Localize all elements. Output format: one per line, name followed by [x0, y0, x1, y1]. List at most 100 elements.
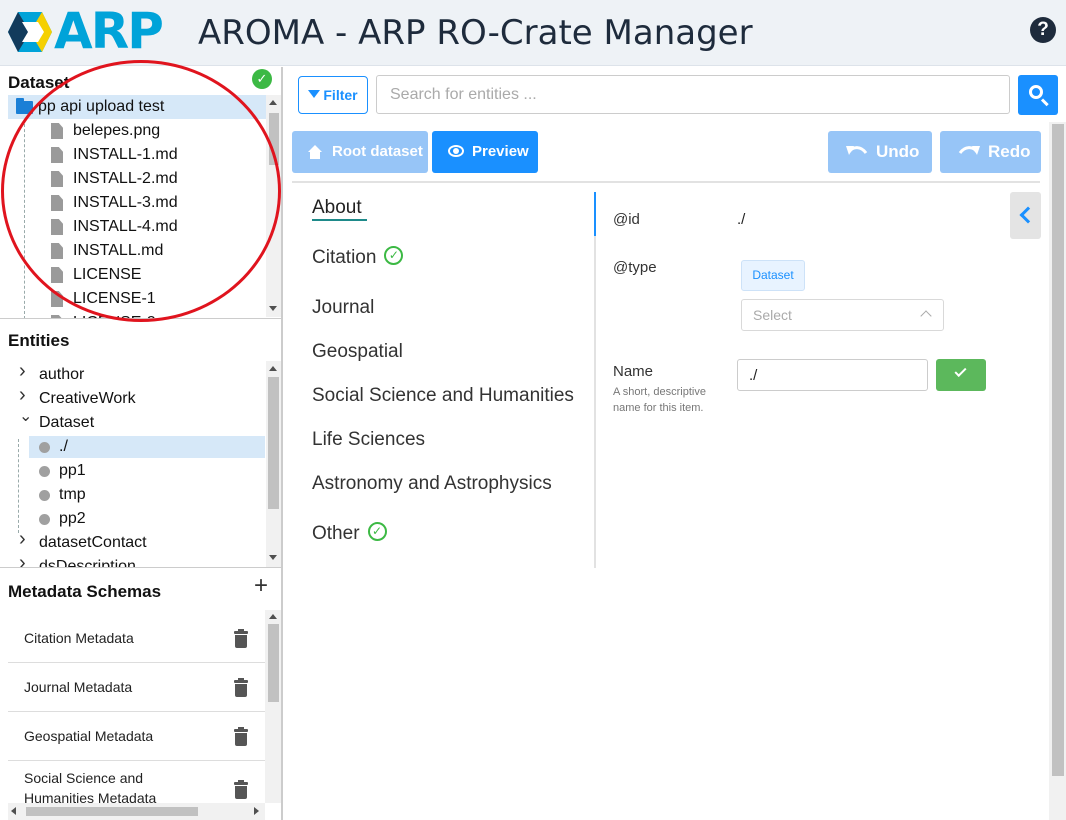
entity-type[interactable]: › author	[8, 361, 266, 385]
dataset-root-row[interactable]: pp api upload test	[8, 95, 266, 119]
filter-icon	[308, 90, 321, 99]
section-tab-astronomy-and-astrophysics[interactable]: Astronomy and Astrophysics	[312, 472, 552, 496]
entities-scroll-thumb[interactable]	[268, 377, 279, 509]
entity-label: Dataset	[39, 414, 95, 431]
file-row[interactable]: INSTALL-4.md	[8, 215, 266, 239]
file-label: belepes.png	[73, 122, 161, 139]
root-dataset-button[interactable]: Root dataset	[292, 131, 428, 173]
undo-label: Undo	[876, 142, 920, 161]
trash-icon[interactable]	[234, 780, 248, 799]
entity-item[interactable]: tmp	[8, 481, 266, 505]
entity-type[interactable]: ⌄ Dataset	[8, 409, 266, 433]
schema-item[interactable]: Citation Metadata	[8, 614, 265, 663]
entity-label: ./	[59, 438, 68, 455]
file-row[interactable]: INSTALL-2.md	[8, 167, 266, 191]
trash-icon[interactable]	[234, 678, 248, 697]
search-input[interactable]	[376, 75, 1010, 114]
schema-label: Geospatial Metadata	[24, 728, 154, 744]
file-icon	[51, 123, 63, 139]
file-row[interactable]: INSTALL-3.md	[8, 191, 266, 215]
check-circle-icon: ✓	[384, 246, 404, 266]
app-window: ARP AROMA - ARP RO-Crate Manager ? Datas…	[0, 0, 1066, 820]
help-icon[interactable]: ?	[1030, 17, 1056, 43]
entities-title: Entities	[8, 331, 70, 350]
file-label: INSTALL-1.md	[73, 146, 178, 163]
type-label: @type	[613, 259, 657, 276]
entity-item[interactable]: pp2	[8, 505, 266, 529]
schemas-scroll-thumb[interactable]	[268, 624, 279, 702]
chevron-right-icon[interactable]: ›	[19, 385, 26, 405]
chevron-right-icon[interactable]: ›	[19, 553, 26, 567]
schema-item[interactable]: Journal Metadata	[8, 663, 265, 712]
schema-item[interactable]: Geospatial Metadata	[8, 712, 265, 761]
file-row[interactable]: LICENSE-1	[8, 287, 266, 311]
arp-logo-icon	[8, 12, 52, 52]
type-tag[interactable]: Dataset	[741, 260, 805, 291]
section-tab-label: Citation	[312, 247, 377, 268]
file-icon	[51, 291, 63, 307]
undo-icon	[846, 146, 868, 155]
main-scroll-thumb[interactable]	[1052, 124, 1064, 776]
entity-type[interactable]: › dsDescription	[8, 553, 266, 567]
filter-button[interactable]: Filter	[298, 76, 368, 114]
file-icon	[51, 267, 63, 283]
section-tab-label: Journal	[312, 297, 375, 318]
entity-label: CreativeWork	[39, 390, 136, 407]
trash-icon[interactable]	[234, 629, 248, 648]
section-tab-other[interactable]: Other ✓	[312, 522, 387, 546]
entity-item[interactable]: pp1	[8, 457, 266, 481]
chevron-down-icon[interactable]: ⌄	[19, 409, 32, 425]
collapse-panel-button[interactable]	[1010, 192, 1041, 239]
section-tab-social-science-and-humanities[interactable]: Social Science and Humanities	[312, 384, 574, 408]
file-label: LICENSE-1	[73, 290, 156, 307]
file-icon	[51, 171, 63, 187]
dataset-scroll-thumb[interactable]	[269, 113, 279, 165]
file-row[interactable]: INSTALL.md	[8, 239, 266, 263]
redo-label: Redo	[988, 142, 1031, 161]
undo-button[interactable]: Undo	[828, 131, 932, 173]
entity-label: pp1	[59, 462, 86, 479]
section-tab-about[interactable]: About	[312, 196, 362, 220]
add-schema-icon[interactable]: +	[254, 574, 268, 598]
confirm-name-button[interactable]	[936, 359, 986, 391]
file-label: INSTALL.md	[73, 242, 164, 259]
id-label: @id	[613, 211, 640, 228]
file-row[interactable]: LICENSE	[8, 263, 266, 287]
section-tab-label: Geospatial	[312, 341, 403, 362]
name-input[interactable]	[737, 359, 928, 391]
entity-type[interactable]: › CreativeWork	[8, 385, 266, 409]
preview-button[interactable]: Preview	[432, 131, 538, 173]
trash-icon[interactable]	[234, 727, 248, 746]
file-label: LICENSE	[73, 266, 142, 283]
preview-label: Preview	[472, 143, 529, 160]
chevron-right-icon[interactable]: ›	[19, 361, 26, 381]
search-icon	[1029, 85, 1043, 99]
eye-icon	[448, 145, 464, 157]
check-icon	[954, 364, 967, 378]
check-circle-icon: ✓	[252, 69, 272, 89]
entity-type[interactable]: › datasetContact	[8, 529, 266, 553]
chevron-up-icon	[920, 310, 932, 322]
file-icon	[51, 147, 63, 163]
file-label: INSTALL-4.md	[73, 218, 178, 235]
chevron-right-icon[interactable]: ›	[19, 529, 26, 549]
file-row[interactable]: LICENSE-2	[8, 311, 266, 318]
home-icon	[308, 145, 322, 159]
entity-label: tmp	[59, 486, 86, 503]
file-row[interactable]: belepes.png	[8, 119, 266, 143]
section-tab-citation[interactable]: Citation ✓	[312, 246, 404, 270]
section-tab-journal[interactable]: Journal	[312, 296, 374, 320]
section-tab-life-sciences[interactable]: Life Sciences	[312, 428, 425, 452]
dataset-root-label: pp api upload test	[38, 98, 165, 115]
file-icon	[51, 243, 63, 259]
redo-button[interactable]: Redo	[940, 131, 1041, 173]
filter-label: Filter	[323, 87, 358, 103]
section-tab-geospatial[interactable]: Geospatial	[312, 340, 403, 364]
entity-label: dsDescription	[39, 558, 136, 567]
type-select[interactable]: Select	[741, 299, 944, 331]
file-row[interactable]: INSTALL-1.md	[8, 143, 266, 167]
search-button[interactable]	[1018, 75, 1058, 115]
app-header: ARP AROMA - ARP RO-Crate Manager ?	[0, 0, 1066, 66]
horizontal-scroll-thumb[interactable]	[26, 807, 198, 816]
entity-item[interactable]: ./	[8, 433, 266, 457]
